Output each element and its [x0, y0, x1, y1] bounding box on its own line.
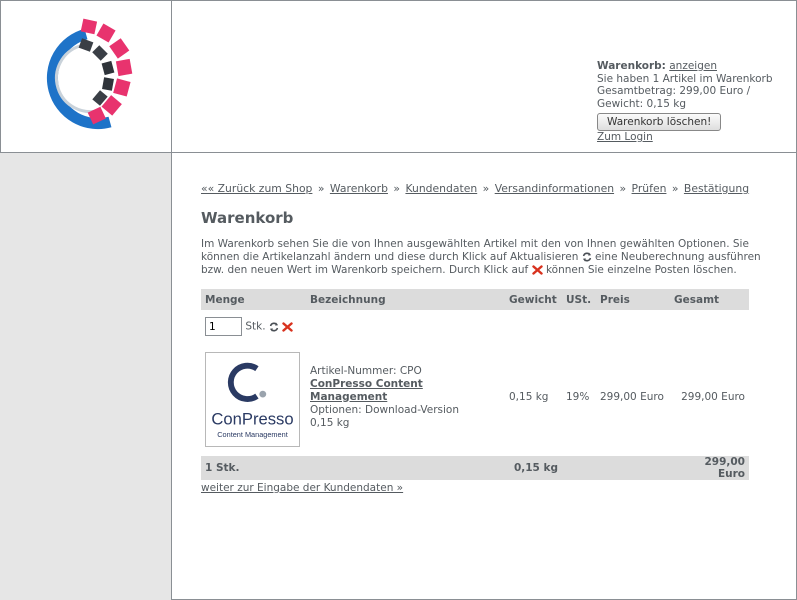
product-image[interactable]: ConPresso Content Management: [205, 351, 300, 447]
product-price: 299,00 Euro: [600, 391, 664, 403]
breadcrumb-separator: »: [482, 182, 490, 195]
product-image-tagline: Content Management: [217, 430, 287, 439]
shop-logo[interactable]: [24, 16, 136, 134]
col-weight: Gewicht: [505, 289, 562, 310]
product-vat: 19%: [566, 391, 590, 403]
cart-table: Menge Bezeichnung Gewicht USt. Preis Ges…: [201, 289, 749, 480]
next-step-link[interactable]: weiter zur Eingabe der Kundendaten »: [201, 482, 403, 494]
logo-area: [0, 0, 172, 153]
breadcrumb-separator: »: [619, 182, 627, 195]
refresh-icon: [582, 252, 591, 262]
intro-part-3: können Sie einzelne Posten löschen.: [545, 264, 737, 276]
breadcrumb: «« Zurück zum Shop » Warenkorb » Kundend…: [201, 182, 761, 195]
col-price: Preis: [596, 289, 670, 310]
delete-icon: [531, 265, 543, 275]
product-item-weight: 0,15 kg: [310, 416, 350, 429]
breadcrumb-separator: »: [671, 182, 679, 195]
cart-total-amount: Gesamtbetrag: 299,00 Euro /: [597, 85, 751, 97]
table-row-qty: Stk.: [201, 310, 749, 338]
cart-total-weight: Gewicht: 0,15 kg: [597, 97, 686, 110]
main-content: «« Zurück zum Shop » Warenkorb » Kundend…: [201, 180, 761, 277]
clear-cart-button[interactable]: Warenkorb löschen!: [597, 113, 722, 131]
delete-icon[interactable]: [282, 321, 293, 332]
col-name: Bezeichnung: [306, 289, 505, 310]
breadcrumb-separator: »: [317, 182, 325, 195]
col-total: Gesamt: [670, 289, 749, 310]
cart-summary-box: Warenkorb: anzeigen Sie haben 1 Artikel …: [597, 60, 792, 144]
breadcrumb-customer-data[interactable]: Kundendaten: [405, 182, 477, 195]
cart-item-count: Sie haben 1 Artikel im Warenkorb: [597, 72, 773, 85]
product-options: Optionen: Download-Version: [310, 403, 460, 416]
summary-weight: 0,15 kg: [505, 456, 562, 480]
cart-table-header: Menge Bezeichnung Gewicht USt. Preis Ges…: [201, 289, 749, 310]
breadcrumb-confirmation[interactable]: Bestätigung: [684, 182, 749, 195]
product-sku: Artikel-Nummer: CPO: [310, 364, 422, 377]
col-vat: USt.: [562, 289, 596, 310]
table-row: ConPresso Content Management Artikel-Num…: [201, 338, 749, 456]
breadcrumb-back-link[interactable]: «« Zurück zum Shop: [201, 182, 312, 195]
page-title: Warenkorb: [201, 209, 294, 227]
breadcrumb-shipping[interactable]: Versandinformationen: [495, 182, 614, 195]
qty-unit: Stk.: [245, 320, 266, 333]
summary-qty: 1 Stk.: [201, 456, 306, 480]
product-name-link[interactable]: ConPresso Content Management: [310, 378, 423, 403]
summary-row: 1 Stk. 0,15 kg 299,00 Euro: [201, 456, 749, 480]
product-weight: 0,15 kg: [509, 391, 549, 403]
summary-total: 299,00 Euro: [670, 456, 749, 480]
breadcrumb-separator: »: [393, 182, 400, 195]
breadcrumb-review[interactable]: Prüfen: [632, 182, 667, 195]
product-total: 299,00 Euro: [681, 391, 745, 403]
login-link[interactable]: Zum Login: [597, 131, 653, 143]
product-image-brand: ConPresso: [211, 409, 293, 428]
col-qty: Menge: [201, 289, 306, 310]
intro-text: Im Warenkorb sehen Sie die von Ihnen aus…: [201, 238, 761, 277]
sidebar: [0, 153, 172, 600]
refresh-icon[interactable]: [269, 322, 279, 332]
show-cart-link[interactable]: anzeigen: [669, 60, 717, 72]
quantity-input[interactable]: [205, 317, 242, 336]
breadcrumb-cart[interactable]: Warenkorb: [330, 182, 388, 195]
cart-box-title: Warenkorb:: [597, 60, 666, 72]
